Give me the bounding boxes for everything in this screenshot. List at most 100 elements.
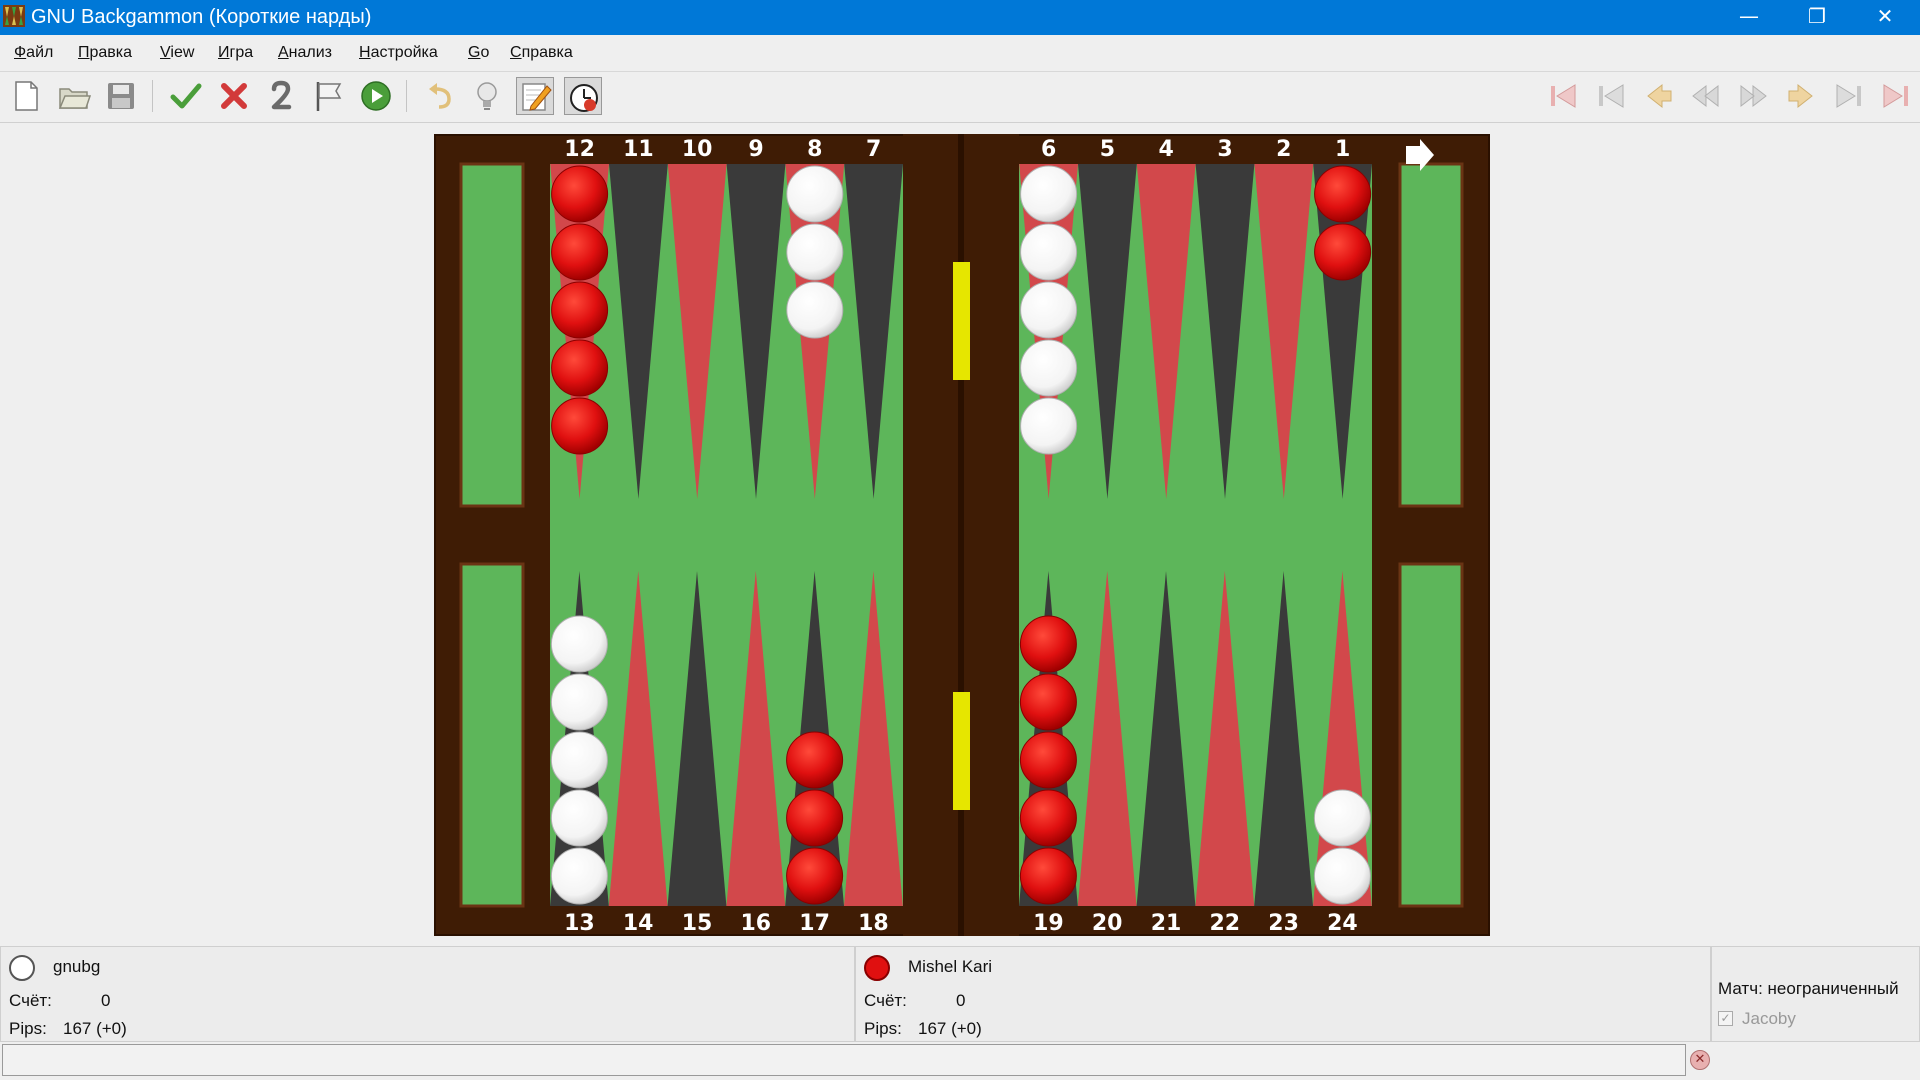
undo-icon — [429, 83, 451, 109]
right-tray-top[interactable] — [1398, 162, 1464, 508]
right-tray-bottom[interactable] — [1398, 562, 1464, 908]
red-checker[interactable] — [1019, 731, 1077, 789]
red-checker[interactable] — [786, 789, 844, 847]
player1-name: gnubg — [53, 957, 101, 976]
match-length-label: Матч: неограниченный — [1718, 979, 1899, 998]
previous-roll-button[interactable] — [1687, 77, 1725, 115]
menu-game[interactable]: Игра — [218, 44, 253, 62]
red-checker[interactable] — [1019, 789, 1077, 847]
hint-button[interactable] — [468, 77, 506, 115]
accept-button[interactable] — [167, 77, 205, 115]
next-move-icon — [1788, 83, 1813, 109]
menu-help[interactable]: Справка — [510, 44, 573, 62]
point-number-label: 2 — [1276, 137, 1291, 162]
doubling-cube-top[interactable] — [953, 262, 970, 380]
red-checker[interactable] — [551, 339, 609, 397]
red-checker[interactable] — [1019, 673, 1077, 731]
menu-go[interactable]: Go — [468, 44, 489, 62]
white-checker[interactable] — [786, 165, 844, 223]
edit-icon — [522, 83, 552, 111]
menu-settings[interactable]: Настройка — [359, 44, 438, 62]
menu-file[interactable]: Файл — [14, 44, 53, 62]
end-button[interactable] — [1876, 77, 1914, 115]
restore-icon: ❐ — [1808, 4, 1826, 28]
point-number-label: 22 — [1209, 911, 1240, 936]
double-button[interactable] — [262, 77, 300, 115]
point-number-label: 6 — [1041, 137, 1056, 162]
white-checker[interactable] — [786, 281, 844, 339]
red-checker[interactable] — [786, 847, 844, 905]
next-game-icon — [1836, 84, 1861, 108]
right-playing-area[interactable] — [1019, 164, 1372, 906]
previous-game-button[interactable] — [1593, 77, 1631, 115]
red-checker[interactable] — [786, 731, 844, 789]
next-move-button[interactable] — [1782, 77, 1820, 115]
point-number-label: 3 — [1217, 137, 1232, 162]
white-checker[interactable] — [1020, 281, 1078, 339]
jacoby-checkbox[interactable]: ✓ — [1718, 1011, 1733, 1026]
red-checker[interactable] — [551, 397, 609, 455]
clock-button[interactable] — [564, 77, 602, 115]
app-icon — [3, 5, 25, 27]
menu-view[interactable]: View — [160, 44, 194, 62]
white-checker[interactable] — [1313, 789, 1371, 847]
restore-button[interactable]: ❐ — [1783, 0, 1851, 35]
point-number-label: 13 — [564, 911, 595, 936]
play-button[interactable] — [357, 77, 395, 115]
next-game-button[interactable] — [1829, 77, 1867, 115]
white-checker[interactable] — [786, 223, 844, 281]
minimize-button[interactable]: — — [1715, 0, 1783, 35]
toolbar-separator — [152, 80, 153, 112]
red-checker[interactable] — [551, 281, 609, 339]
red-checker[interactable] — [551, 223, 609, 281]
left-tray-bottom[interactable] — [459, 562, 525, 908]
white-checker[interactable] — [550, 847, 608, 905]
doubling-cube-bottom[interactable] — [953, 692, 970, 810]
backgammon-board[interactable]: 12 11 10 9 8 7 6 5 4 3 2 113 14 15 16 17 18 19 20 21 22 23 24 — [434, 134, 1490, 936]
toolbar-separator — [406, 80, 407, 112]
next-roll-icon — [1740, 84, 1767, 108]
toolbar — [0, 72, 1920, 123]
white-checker[interactable] — [550, 789, 608, 847]
point-number-label: 7 — [866, 137, 881, 162]
red-checker[interactable] — [1019, 847, 1077, 905]
player1-pips-label: Pips: — [9, 1019, 47, 1038]
point-number-label: 5 — [1100, 137, 1115, 162]
white-checker[interactable] — [1020, 397, 1078, 455]
close-window-button[interactable]: ✕ — [1851, 0, 1919, 35]
open-button[interactable] — [55, 77, 93, 115]
save-button[interactable] — [102, 77, 140, 115]
white-checker[interactable] — [550, 673, 608, 731]
white-checker[interactable] — [1020, 339, 1078, 397]
save-icon — [108, 83, 134, 109]
new-button[interactable] — [7, 77, 45, 115]
point-number-label: 18 — [858, 911, 889, 936]
stop-icon[interactable]: ✕ — [1690, 1050, 1710, 1070]
left-tray-top[interactable] — [459, 162, 525, 508]
point-number-label: 10 — [682, 137, 713, 162]
point-number-label: 23 — [1268, 911, 1299, 936]
white-checker[interactable] — [1020, 223, 1078, 281]
reject-button[interactable] — [215, 77, 253, 115]
white-checker[interactable] — [550, 615, 608, 673]
white-checker[interactable] — [1313, 847, 1371, 905]
red-checker[interactable] — [1019, 615, 1077, 673]
player1-score: 0 — [101, 991, 111, 1010]
double-icon — [271, 80, 292, 110]
resign-button[interactable] — [310, 77, 348, 115]
white-checker[interactable] — [550, 731, 608, 789]
white-checker[interactable] — [1020, 165, 1078, 223]
previous-move-icon — [1647, 83, 1672, 109]
red-checker[interactable] — [551, 165, 609, 223]
menu-edit[interactable]: Правка — [78, 44, 132, 62]
edit-position-button[interactable] — [516, 77, 554, 115]
first-game-button[interactable] — [1545, 77, 1583, 115]
left-playing-area[interactable] — [550, 164, 903, 906]
next-roll-button[interactable] — [1734, 77, 1772, 115]
point-number-label: 24 — [1327, 911, 1358, 936]
undo-button[interactable] — [421, 77, 459, 115]
menu-analysis[interactable]: Анализ — [278, 44, 332, 62]
red-checker[interactable] — [1314, 165, 1372, 223]
previous-move-button[interactable] — [1640, 77, 1678, 115]
red-checker[interactable] — [1314, 223, 1372, 281]
